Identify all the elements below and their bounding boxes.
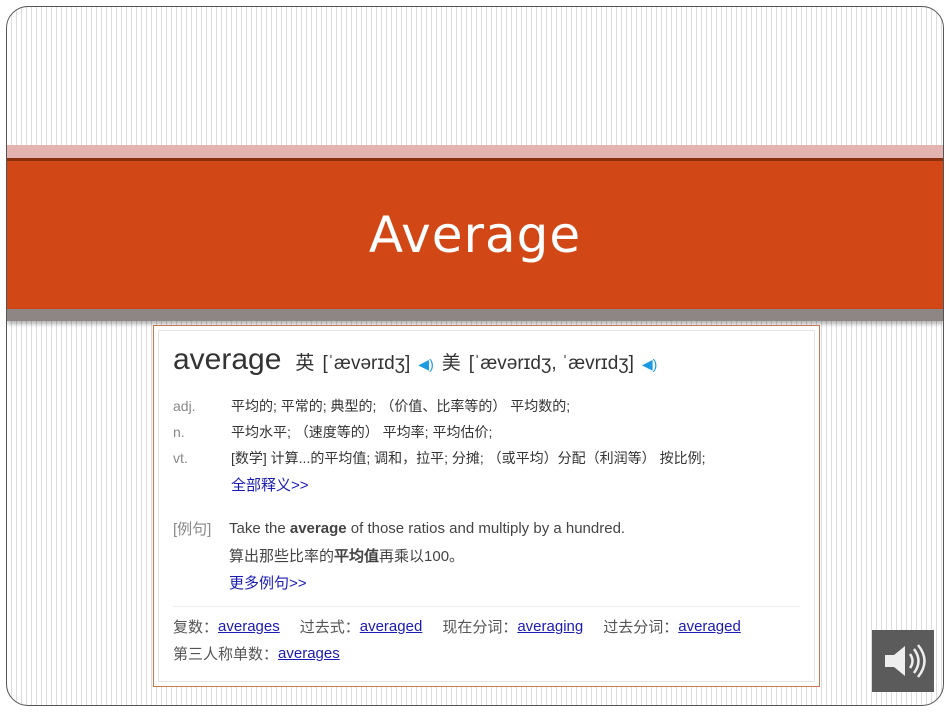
example-zh-bold: 平均值 [334,548,380,565]
definition-row: vt. [数学] 计算...的平均值; 调和，拉平; 分摊; （或平均）分配（利润… [173,445,800,471]
pos: adj. [173,398,196,414]
form-link[interactable]: averaged [678,618,741,635]
form-link[interactable]: averaged [360,618,423,635]
form-label: 现在分词： [442,619,518,636]
dictionary-card: average 英 [ˈævərɪdʒ] ◀) 美 [ˈævərɪdʒ, ˈæv… [153,325,820,687]
example-en-post: of those ratios and multiply by a hundre… [346,520,626,537]
title-band-bottom-stripe [7,309,943,321]
us-phonetic: [ˈævərɪdʒ, ˈævrɪdʒ] [468,353,634,374]
form-link[interactable]: averages [218,618,280,635]
example-zh: 算出那些比率的平均值再乘以100。 [229,545,464,566]
more-examples-link[interactable]: 更多例句>> [229,572,307,593]
uk-label: 英 [295,353,315,374]
definitions: adj. 平均的; 平常的; 典型的; （价值、比率等的） 平均数的; n. 平均水… [173,393,800,497]
form-label: 过去分词： [603,619,679,636]
title-band: Average [7,158,943,309]
definition-row: adj. 平均的; 平常的; 典型的; （价值、比率等的） 平均数的; [173,393,800,419]
form-label: 过去式： [299,619,360,636]
definition-text: 平均的; 平常的; 典型的; （价值、比率等的） 平均数的; [231,398,571,414]
example-label: [例句] [173,521,212,538]
form-link[interactable]: averaging [517,618,583,635]
example-en: Take the average of those ratios and mul… [229,520,625,537]
example-zh-post: 再乘以100。 [379,548,465,565]
speaker-icon[interactable]: ◀) [642,356,657,373]
example-en-bold: average [289,520,347,537]
definition-text: 平均水平; （速度等的） 平均率; 平均估价; [231,424,493,440]
entry-header: average 英 [ˈævərɪdʒ] ◀) 美 [ˈævərɪdʒ, ˈæv… [173,343,800,377]
us-label: 美 [441,353,461,374]
headword: average [173,343,282,376]
definition-row: n. 平均水平; （速度等的） 平均率; 平均估价; [173,419,800,445]
all-definitions-link[interactable]: 全部释义>> [231,474,309,495]
slide-title: Average [368,206,582,264]
definition-text: [数学] 计算...的平均值; 调和，拉平; 分摊; （或平均）分配（利润等） … [231,450,706,466]
form-link[interactable]: averages [278,645,340,662]
word-forms: 复数： averages 过去式： averaged 现在分词： averaging … [173,613,800,667]
uk-phonetic: [ˈævərɪdʒ] [322,353,411,374]
title-band-top-stripe [7,145,943,158]
example-en-pre: Take the [229,520,290,537]
pos: vt. [173,450,188,466]
audio-speaker-icon[interactable] [872,630,934,692]
form-label: 第三人称单数： [173,646,279,663]
speaker-icon[interactable]: ◀) [418,356,433,373]
pos: n. [173,424,185,440]
divider [173,606,800,607]
example-section: [例句] Take the average of those ratios and… [173,515,800,596]
form-label: 复数： [173,619,219,636]
example-zh-pre: 算出那些比率的 [229,548,335,565]
